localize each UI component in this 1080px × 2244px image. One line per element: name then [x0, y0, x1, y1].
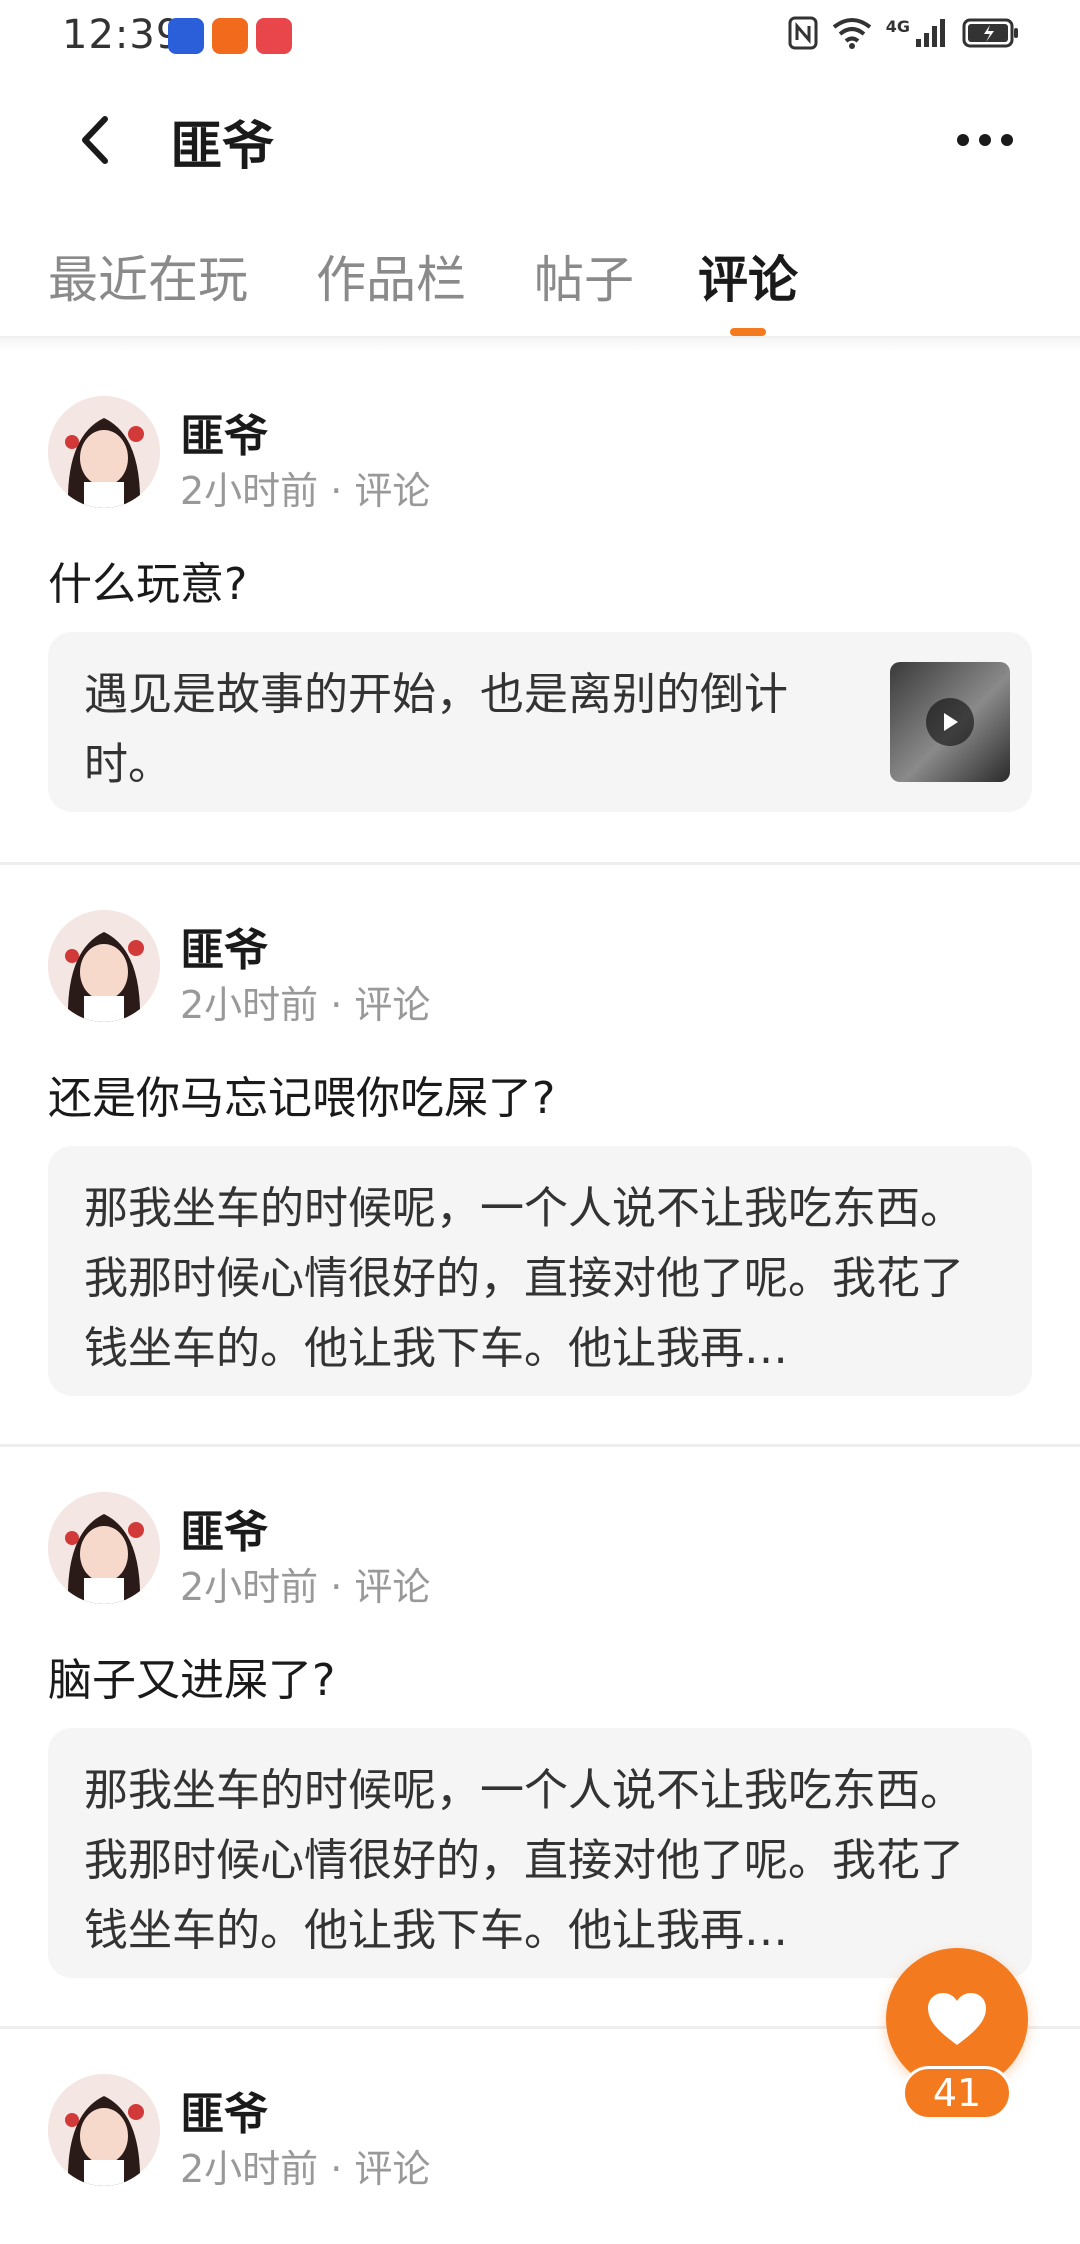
tab-posts[interactable]: 帖子 [534, 240, 634, 312]
calendar-app-icon [168, 18, 204, 54]
app-header: 匪爷 [0, 72, 1080, 208]
chevron-left-icon [82, 116, 108, 164]
status-right-icons: 4G [788, 16, 1020, 50]
author-name[interactable]: 匪爷 [180, 400, 268, 464]
quoted-post[interactable]: 那我坐车的时候呢，一个人说不让我吃东西。我那时候心情很好的，直接对他了呢。我花了… [48, 1728, 1032, 1978]
comment-text: 还是你马忘记喂你吃屎了? [48, 1073, 556, 1124]
battery-icon [962, 18, 1018, 48]
status-time: 12:39 [62, 12, 183, 58]
comment-card[interactable]: 匪爷 2小时前 · 评论 脑子又进屎了? 那我坐车的时候呢，一个人说不让我吃东西… [0, 1448, 1080, 2026]
author-name[interactable]: 匪爷 [180, 914, 268, 978]
avatar[interactable] [48, 396, 160, 508]
wifi-icon [832, 18, 871, 49]
assistant-app-icon [212, 18, 248, 54]
back-button[interactable] [64, 110, 124, 170]
video-thumbnail[interactable] [890, 662, 1010, 782]
signal-4g-icon [916, 19, 945, 47]
play-icon [926, 698, 974, 746]
tab-recently-playing[interactable]: 最近在玩 [48, 240, 248, 312]
nfc-icon [788, 16, 818, 50]
comment-meta: 2小时前 · 评论 [180, 1565, 431, 1609]
comment-divider [0, 862, 1080, 865]
comment-text: 什么玩意? [48, 559, 248, 610]
active-tab-indicator [730, 328, 766, 336]
comment-meta: 2小时前 · 评论 [180, 469, 431, 513]
status-bar: 12:39 4G [0, 0, 1080, 72]
comment-card[interactable]: 匪爷 2小时前 · 评论 什么玩意? 遇见是故事的开始，也是离别的倒计时。 [0, 352, 1080, 862]
comment-divider [0, 1444, 1080, 1447]
comment-text: 脑子又进屎了? [48, 1655, 336, 1706]
huawei-store-icon [256, 18, 292, 54]
page-title: 匪爷 [170, 117, 275, 177]
heart-icon [928, 1993, 986, 2045]
quoted-post-text: 遇见是故事的开始，也是离别的倒计时。 [84, 669, 788, 790]
author-name[interactable]: 匪爷 [180, 1496, 268, 1560]
status-app-icons [168, 18, 292, 54]
quoted-post-text: 那我坐车的时候呢，一个人说不让我吃东西。我那时候心情很好的，直接对他了呢。我花了… [84, 1183, 964, 1374]
more-button[interactable] [950, 112, 1020, 168]
network-type-label: 4G [885, 16, 910, 36]
tabs-divider [0, 338, 1080, 352]
like-count: 41 [902, 2066, 1012, 2120]
comment-meta: 2小时前 · 评论 [180, 983, 431, 1027]
quoted-post[interactable]: 遇见是故事的开始，也是离别的倒计时。 [48, 632, 1032, 812]
avatar[interactable] [48, 910, 160, 1022]
avatar[interactable] [48, 2074, 160, 2186]
author-name[interactable]: 匪爷 [180, 2078, 268, 2142]
tab-comments[interactable]: 评论 [698, 240, 798, 312]
quoted-post-text: 那我坐车的时候呢，一个人说不让我吃东西。我那时候心情很好的，直接对他了呢。我花了… [84, 1765, 964, 1956]
tab-works[interactable]: 作品栏 [316, 240, 466, 312]
comment-card[interactable]: 匪爷 2小时前 · 评论 还是你马忘记喂你吃屎了? 那我坐车的时候呢，一个人说不… [0, 866, 1080, 1444]
profile-tabs: 最近在玩 作品栏 帖子 评论 [0, 208, 1080, 338]
avatar[interactable] [48, 1492, 160, 1604]
quoted-post[interactable]: 那我坐车的时候呢，一个人说不让我吃东西。我那时候心情很好的，直接对他了呢。我花了… [48, 1146, 1032, 1396]
more-dots-icon [957, 134, 1013, 146]
comment-meta: 2小时前 · 评论 [180, 2147, 431, 2191]
